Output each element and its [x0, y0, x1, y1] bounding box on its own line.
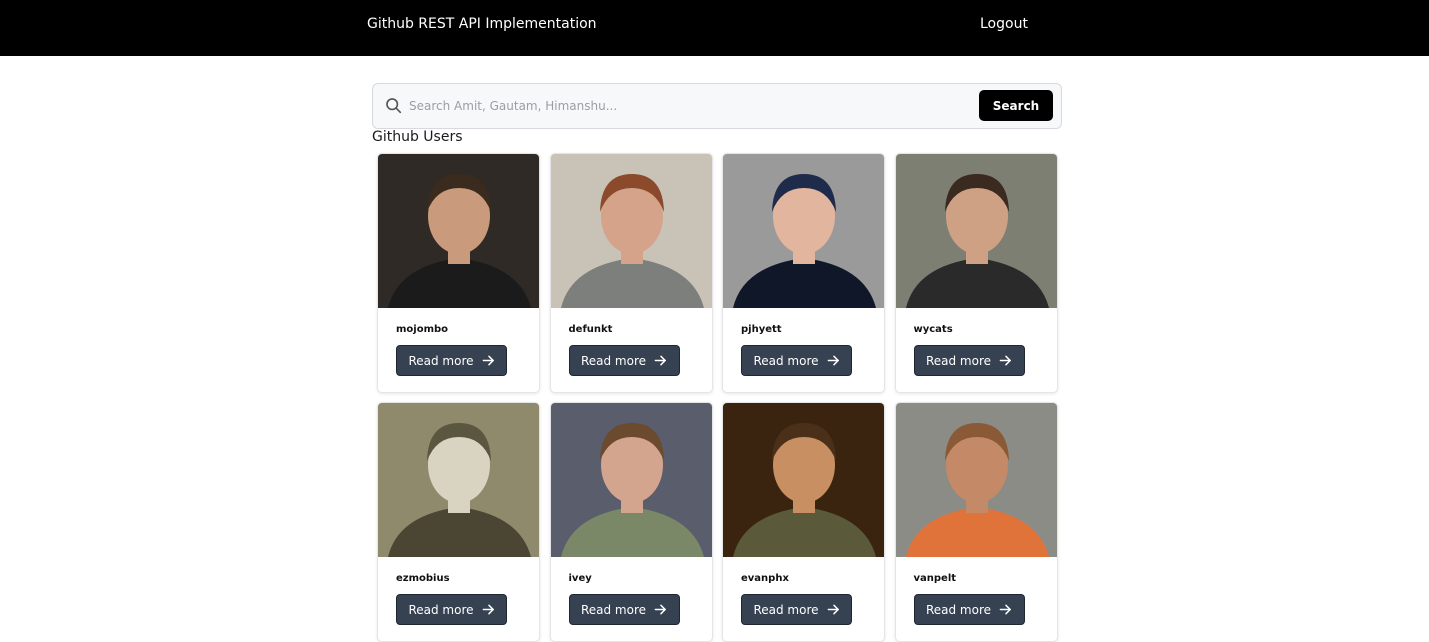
- read-more-label: Read more: [580, 353, 647, 368]
- search-input[interactable]: [409, 92, 969, 120]
- arrow-right-icon: [999, 355, 1011, 366]
- search-button[interactable]: Search: [979, 90, 1053, 121]
- user-card: mojombo Read more: [377, 153, 540, 393]
- user-card: vanpelt Read more: [894, 402, 1058, 642]
- user-card: defunkt Read more: [549, 153, 713, 393]
- read-more-button[interactable]: Read more: [741, 345, 852, 376]
- read-more-button[interactable]: Read more: [568, 345, 680, 376]
- app-title[interactable]: Github REST API Implementation: [367, 16, 597, 32]
- arrow-right-icon: [654, 604, 666, 615]
- user-avatar: [723, 403, 884, 557]
- navbar: Github REST API Implementation Logout: [0, 0, 1429, 56]
- arrow-right-icon: [827, 604, 839, 615]
- user-avatar: [895, 403, 1057, 557]
- read-more-label: Read more: [925, 353, 992, 368]
- read-more-label: Read more: [753, 602, 819, 617]
- read-more-button[interactable]: Read more: [741, 594, 852, 625]
- username: mojombo: [396, 324, 449, 335]
- username: ezmobius: [396, 573, 450, 584]
- read-more-label: Read more: [925, 602, 992, 617]
- username: wycats: [913, 324, 953, 335]
- read-more-label: Read more: [408, 602, 474, 617]
- user-card: wycats Read more: [894, 153, 1058, 393]
- read-more-button[interactable]: Read more: [913, 594, 1025, 625]
- username: evanphx: [741, 573, 789, 584]
- section-title: Github Users: [372, 129, 463, 145]
- read-more-label: Read more: [408, 353, 474, 368]
- arrow-right-icon: [482, 355, 494, 366]
- user-card: evanphx Read more: [722, 402, 885, 642]
- user-avatar: [550, 154, 712, 308]
- user-card: ivey Read more: [549, 402, 713, 642]
- arrow-right-icon: [482, 604, 494, 615]
- user-avatar: [723, 154, 884, 308]
- user-card: pjhyett Read more: [722, 153, 885, 393]
- read-more-button[interactable]: Read more: [913, 345, 1025, 376]
- user-card: ezmobius Read more: [377, 402, 540, 642]
- user-avatar: [895, 154, 1057, 308]
- read-more-button[interactable]: Read more: [396, 345, 507, 376]
- username: defunkt: [568, 324, 613, 335]
- user-avatar: [550, 403, 712, 557]
- search-bar: Search: [372, 83, 1062, 129]
- arrow-right-icon: [827, 355, 839, 366]
- user-avatar: [378, 154, 539, 308]
- username: vanpelt: [913, 573, 957, 584]
- user-grid: mojombo Read more defunkt Read more pjhyett R…: [377, 153, 1058, 642]
- arrow-right-icon: [654, 355, 666, 366]
- logout-link[interactable]: Logout: [980, 16, 1028, 32]
- read-more-label: Read more: [753, 353, 819, 368]
- search-icon: [386, 98, 402, 114]
- read-more-button[interactable]: Read more: [568, 594, 680, 625]
- username: pjhyett: [741, 324, 782, 335]
- user-avatar: [378, 403, 539, 557]
- read-more-label: Read more: [580, 602, 647, 617]
- username: ivey: [568, 573, 592, 584]
- read-more-button[interactable]: Read more: [396, 594, 507, 625]
- arrow-right-icon: [999, 604, 1011, 615]
